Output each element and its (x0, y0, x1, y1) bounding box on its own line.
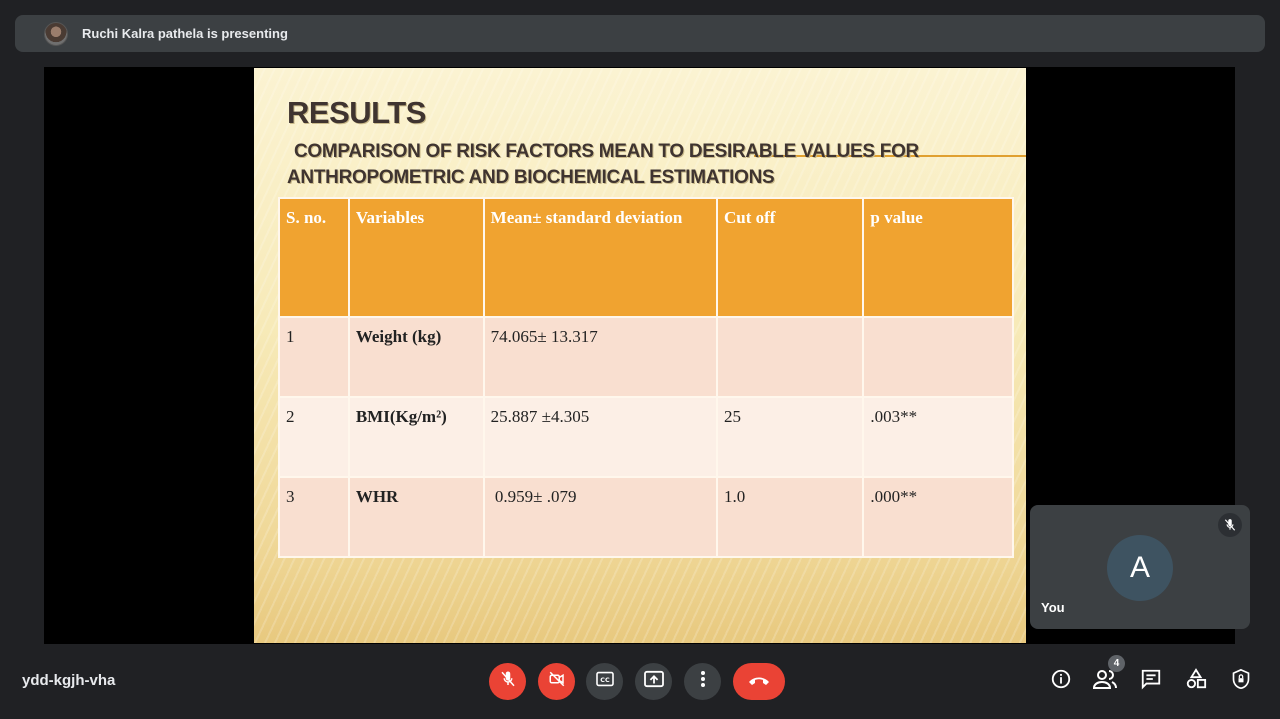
microphone-toggle-button[interactable] (489, 663, 526, 700)
presentation-slide: RESULTS COMPARISON OF RISK FACTORS MEAN … (254, 68, 1026, 643)
meeting-code: ydd-kgjh-vha (22, 672, 116, 689)
header-cell: Variables (347, 197, 485, 318)
chat-icon (1140, 668, 1162, 695)
table-row: 3 WHR 0.959± .079 1.0 .000** (278, 476, 1014, 558)
table-header-row: S. no. Variables Mean± standard deviatio… (278, 197, 1014, 318)
table-cell: 25 (715, 396, 865, 478)
header-cell: p value (862, 197, 1014, 318)
camera-off-icon (547, 670, 567, 693)
avatar: A (1107, 535, 1173, 601)
end-call-icon (747, 673, 771, 691)
self-name-label: You (1041, 600, 1065, 615)
shield-lock-icon (1231, 668, 1251, 695)
host-controls-button[interactable] (1229, 668, 1253, 695)
table-cell: Weight (kg) (347, 316, 485, 398)
mic-off-icon (1218, 513, 1242, 537)
leave-call-button[interactable] (733, 663, 785, 700)
self-video-tile[interactable]: A You (1030, 505, 1250, 629)
table-cell: 74.065± 13.317 (482, 316, 718, 398)
table-cell: 2 (278, 396, 350, 478)
camera-toggle-button[interactable] (538, 663, 575, 700)
people-icon (1092, 668, 1117, 695)
present-screen-button[interactable] (635, 663, 672, 700)
slide-title: RESULTS (287, 95, 426, 130)
header-cell: Cut off (715, 197, 865, 318)
table-row: 1 Weight (kg) 74.065± 13.317 (278, 316, 1014, 398)
svg-text:CC: CC (600, 676, 610, 684)
people-button[interactable] (1092, 668, 1117, 695)
table-cell: WHR (347, 476, 485, 558)
header-cell: S. no. (278, 197, 350, 318)
slide-subtitle-line1: COMPARISON OF RISK FACTORS MEAN TO DESIR… (294, 141, 919, 162)
table-cell: .000** (862, 476, 1014, 558)
info-icon (1050, 668, 1072, 695)
table-cell: 3 (278, 476, 350, 558)
presenting-banner: Ruchi Kalra pathela is presenting (15, 15, 1265, 52)
activities-icon (1185, 667, 1207, 695)
mic-off-icon (499, 670, 517, 693)
table-cell: 0.959± .079 (482, 476, 718, 558)
more-vert-icon (700, 670, 706, 693)
table-cell (862, 316, 1014, 398)
captions-icon: CC (595, 671, 615, 692)
slide-subtitle-line2: ANTHROPOMETRIC AND BIOCHEMICAL ESTIMATIO… (287, 167, 775, 188)
header-cell: Mean± standard deviation (482, 197, 718, 318)
presenter-avatar (44, 21, 68, 46)
table-cell: BMI(Kg/m²) (347, 396, 485, 478)
presenting-text: Ruchi Kalra pathela is presenting (82, 26, 288, 41)
results-table: S. no. Variables Mean± standard deviatio… (278, 197, 1014, 558)
activities-button[interactable] (1184, 667, 1208, 695)
meeting-details-button[interactable] (1049, 669, 1073, 693)
table-cell: 1 (278, 316, 350, 398)
table-cell: .003** (862, 396, 1014, 478)
table-row: 2 BMI(Kg/m²) 25.887 ±4.305 25 .003** (278, 396, 1014, 478)
present-screen-icon (643, 670, 665, 693)
table-cell: 25.887 ±4.305 (482, 396, 718, 478)
chat-button[interactable] (1139, 669, 1163, 693)
more-options-button[interactable] (684, 663, 721, 700)
captions-button[interactable]: CC (586, 663, 623, 700)
table-cell: 1.0 (715, 476, 865, 558)
table-cell (715, 316, 865, 398)
